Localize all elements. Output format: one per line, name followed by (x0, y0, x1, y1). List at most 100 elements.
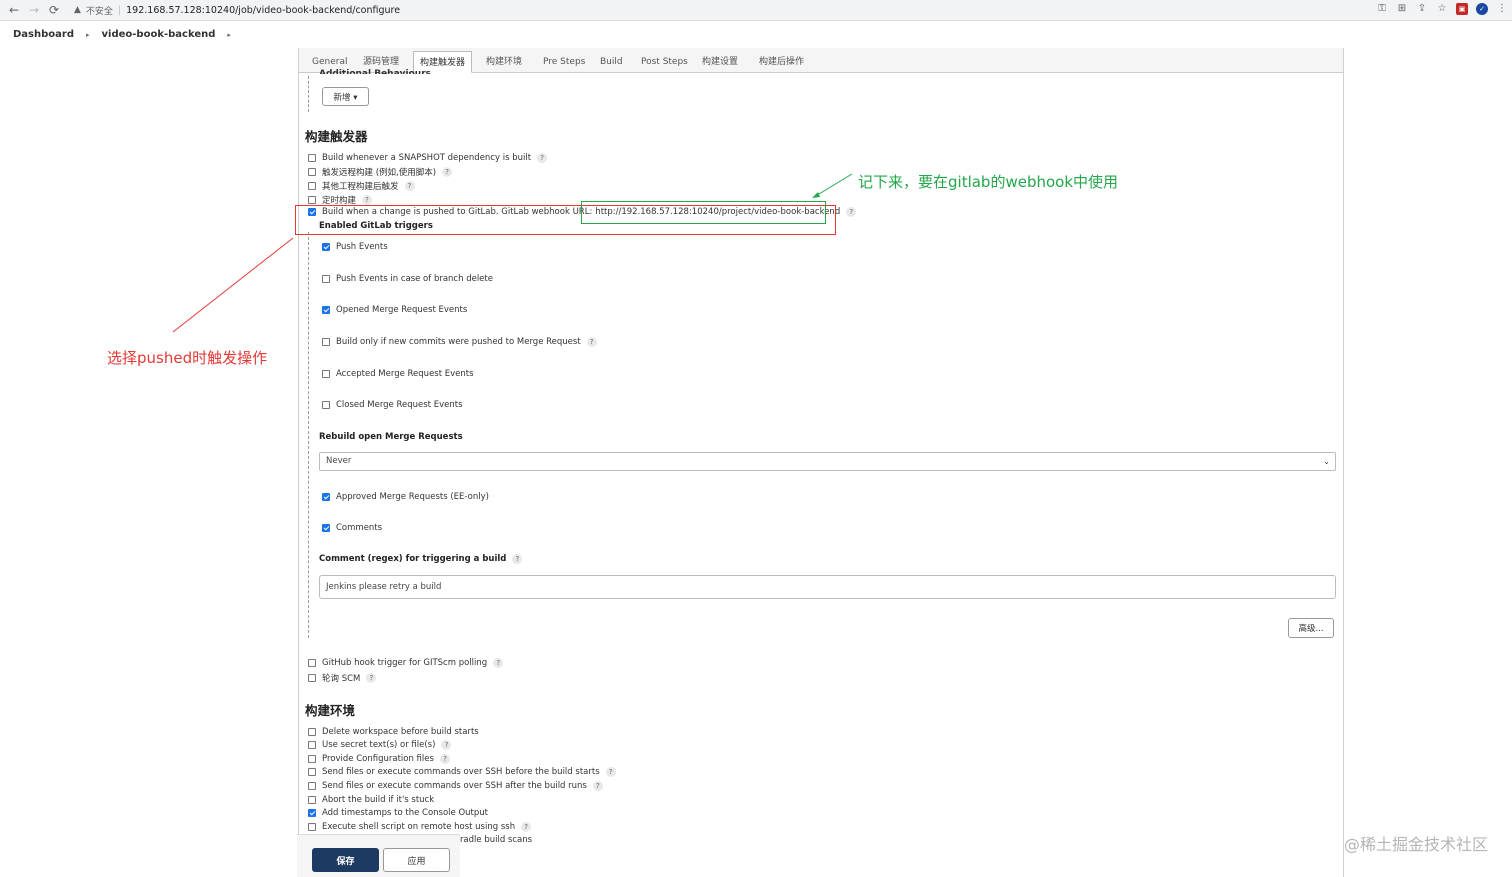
checkbox[interactable] (322, 401, 330, 409)
checkbox[interactable] (308, 728, 316, 736)
add-behaviour-button[interactable]: 新增 ▾ (322, 87, 369, 106)
gitlab-nesting-line (308, 232, 309, 638)
help-icon[interactable]: ? (605, 767, 616, 777)
tab-post-steps[interactable]: Post Steps (635, 51, 694, 73)
env-option[interactable]: Delete workspace before build starts (308, 727, 479, 737)
help-icon[interactable]: ? (521, 822, 532, 832)
help-icon[interactable]: ? (512, 554, 523, 564)
checkbox[interactable] (308, 182, 316, 190)
translate-icon[interactable]: ⊞ (1396, 3, 1408, 15)
gitlab-approved-option[interactable]: Approved Merge Requests (EE-only) (322, 492, 489, 502)
gitlab-option[interactable]: Push Events in case of branch delete (322, 274, 493, 284)
tab-post-build[interactable]: 构建后操作 (753, 51, 810, 73)
red-arrow-line (172, 237, 294, 333)
help-icon[interactable]: ? (442, 167, 453, 177)
help-icon[interactable]: ? (493, 658, 504, 668)
checkbox[interactable] (308, 168, 316, 176)
checkbox[interactable] (308, 823, 316, 831)
option-label: Push Events (336, 242, 388, 252)
browser-toolbar: ← → ⟳ ▲ 不安全 | 192.168.57.128:10240/job/v… (0, 0, 1512, 21)
advanced-button[interactable]: 高级... (1288, 618, 1334, 638)
extension-icon[interactable]: ▣ (1456, 3, 1468, 15)
env-option[interactable]: Send files or execute commands over SSH … (308, 767, 616, 777)
url-text[interactable]: 192.168.57.128:10240/job/video-book-back… (126, 5, 400, 16)
env-option[interactable]: Add timestamps to the Console Output (308, 808, 488, 818)
key-icon[interactable]: ⚿ (1376, 3, 1388, 15)
build-env-title: 构建环境 (305, 703, 356, 718)
breadcrumb-job[interactable]: video-book-backend (102, 29, 216, 40)
breadcrumb-dashboard[interactable]: Dashboard (13, 29, 74, 40)
tab-pre-steps[interactable]: Pre Steps (537, 51, 591, 73)
checkbox[interactable] (308, 782, 316, 790)
env-option[interactable]: Abort the build if it's stuck (308, 795, 434, 805)
checkbox[interactable] (322, 338, 330, 346)
tab-build[interactable]: Build (594, 51, 629, 73)
checkbox[interactable] (308, 741, 316, 749)
scm-nesting-line (308, 76, 309, 112)
rebuild-mr-select[interactable]: Never ⌄ (319, 452, 1336, 471)
checkbox[interactable] (322, 306, 330, 314)
tab-build-env[interactable]: 构建环境 (480, 51, 528, 73)
trigger-remote[interactable]: 触发远程构建 (例如,使用脚本) ? (308, 166, 453, 178)
insecure-label: 不安全 (85, 6, 113, 17)
checkbox[interactable] (308, 755, 316, 763)
env-label: Add timestamps to the Console Output (322, 808, 488, 818)
checkbox[interactable] (322, 493, 330, 501)
option-label: Approved Merge Requests (EE-only) (336, 492, 489, 502)
gitlab-option[interactable]: Accepted Merge Request Events (322, 369, 474, 379)
share-icon[interactable]: ⇪ (1416, 3, 1428, 15)
trigger-github-hook[interactable]: GitHub hook trigger for GITScm polling ? (308, 658, 504, 668)
gitlab-option[interactable]: Build only if new commits were pushed to… (322, 337, 597, 347)
checkbox[interactable] (308, 659, 316, 667)
help-icon[interactable]: ? (362, 195, 373, 205)
watermark: @稀土掘金技术社区 (1343, 835, 1488, 854)
checkbox[interactable] (322, 275, 330, 283)
trigger-snapshot[interactable]: Build whenever a SNAPSHOT dependency is … (308, 153, 548, 163)
help-icon[interactable]: ? (592, 781, 603, 791)
checkbox[interactable] (308, 796, 316, 804)
option-label: Closed Merge Request Events (336, 400, 463, 410)
help-icon[interactable]: ? (366, 673, 377, 683)
checkbox[interactable] (308, 674, 316, 682)
green-annotation-note: 记下来，要在gitlab的webhook中使用 (858, 173, 1119, 191)
gitlab-comments-option[interactable]: Comments (322, 523, 382, 533)
tab-build-settings[interactable]: 构建设置 (696, 51, 744, 73)
checkbox[interactable] (322, 524, 330, 532)
back-icon[interactable]: ← (7, 3, 21, 17)
menu-icon[interactable]: ⋮ (1496, 3, 1508, 15)
env-option[interactable]: Provide Configuration files ? (308, 754, 450, 764)
env-option[interactable]: Execute shell script on remote host usin… (308, 822, 532, 832)
trigger-poll-scm[interactable]: 轮询 SCM ? (308, 672, 377, 684)
env-label: Execute shell script on remote host usin… (322, 822, 516, 832)
option-label: Build only if new commits were pushed to… (336, 337, 581, 347)
comment-regex-input[interactable]: Jenkins please retry a build (319, 575, 1336, 599)
help-icon[interactable]: ? (537, 153, 548, 163)
gitlab-option[interactable]: Closed Merge Request Events (322, 400, 463, 410)
trigger-upstream[interactable]: 其他工程构建后触发 ? (308, 180, 415, 192)
checkbox[interactable] (308, 154, 316, 162)
checkbox[interactable] (322, 370, 330, 378)
env-label: Abort the build if it's stuck (322, 795, 435, 805)
checkbox[interactable] (308, 768, 316, 776)
checkbox[interactable] (308, 809, 316, 817)
help-icon[interactable]: ? (439, 754, 450, 764)
checkbox[interactable] (308, 196, 316, 204)
apply-button[interactable]: 应用 (383, 848, 450, 872)
checkbox[interactable] (322, 243, 330, 251)
help-icon[interactable]: ? (441, 740, 452, 750)
profile-icon[interactable]: ✓ (1476, 3, 1488, 15)
help-icon[interactable]: ? (846, 207, 857, 217)
forward-icon[interactable]: → (27, 3, 41, 17)
help-icon[interactable]: ? (586, 337, 597, 347)
address-bar[interactable]: ▲ 不安全 | 192.168.57.128:10240/job/video-b… (74, 2, 400, 18)
env-option[interactable]: Use secret text(s) or file(s) ? (308, 740, 452, 750)
gitlab-option[interactable]: Opened Merge Request Events (322, 305, 467, 315)
gitlab-option[interactable]: Push Events (322, 242, 388, 252)
save-button[interactable]: 保存 (312, 848, 379, 872)
reload-icon[interactable]: ⟳ (47, 3, 61, 17)
help-icon[interactable]: ? (404, 181, 415, 191)
rebuild-mr-label: Rebuild open Merge Requests (319, 432, 463, 442)
env-option[interactable]: Send files or execute commands over SSH … (308, 781, 603, 791)
star-icon[interactable]: ☆ (1436, 3, 1448, 15)
trigger-label: GitHub hook trigger for GITScm polling (322, 658, 488, 668)
